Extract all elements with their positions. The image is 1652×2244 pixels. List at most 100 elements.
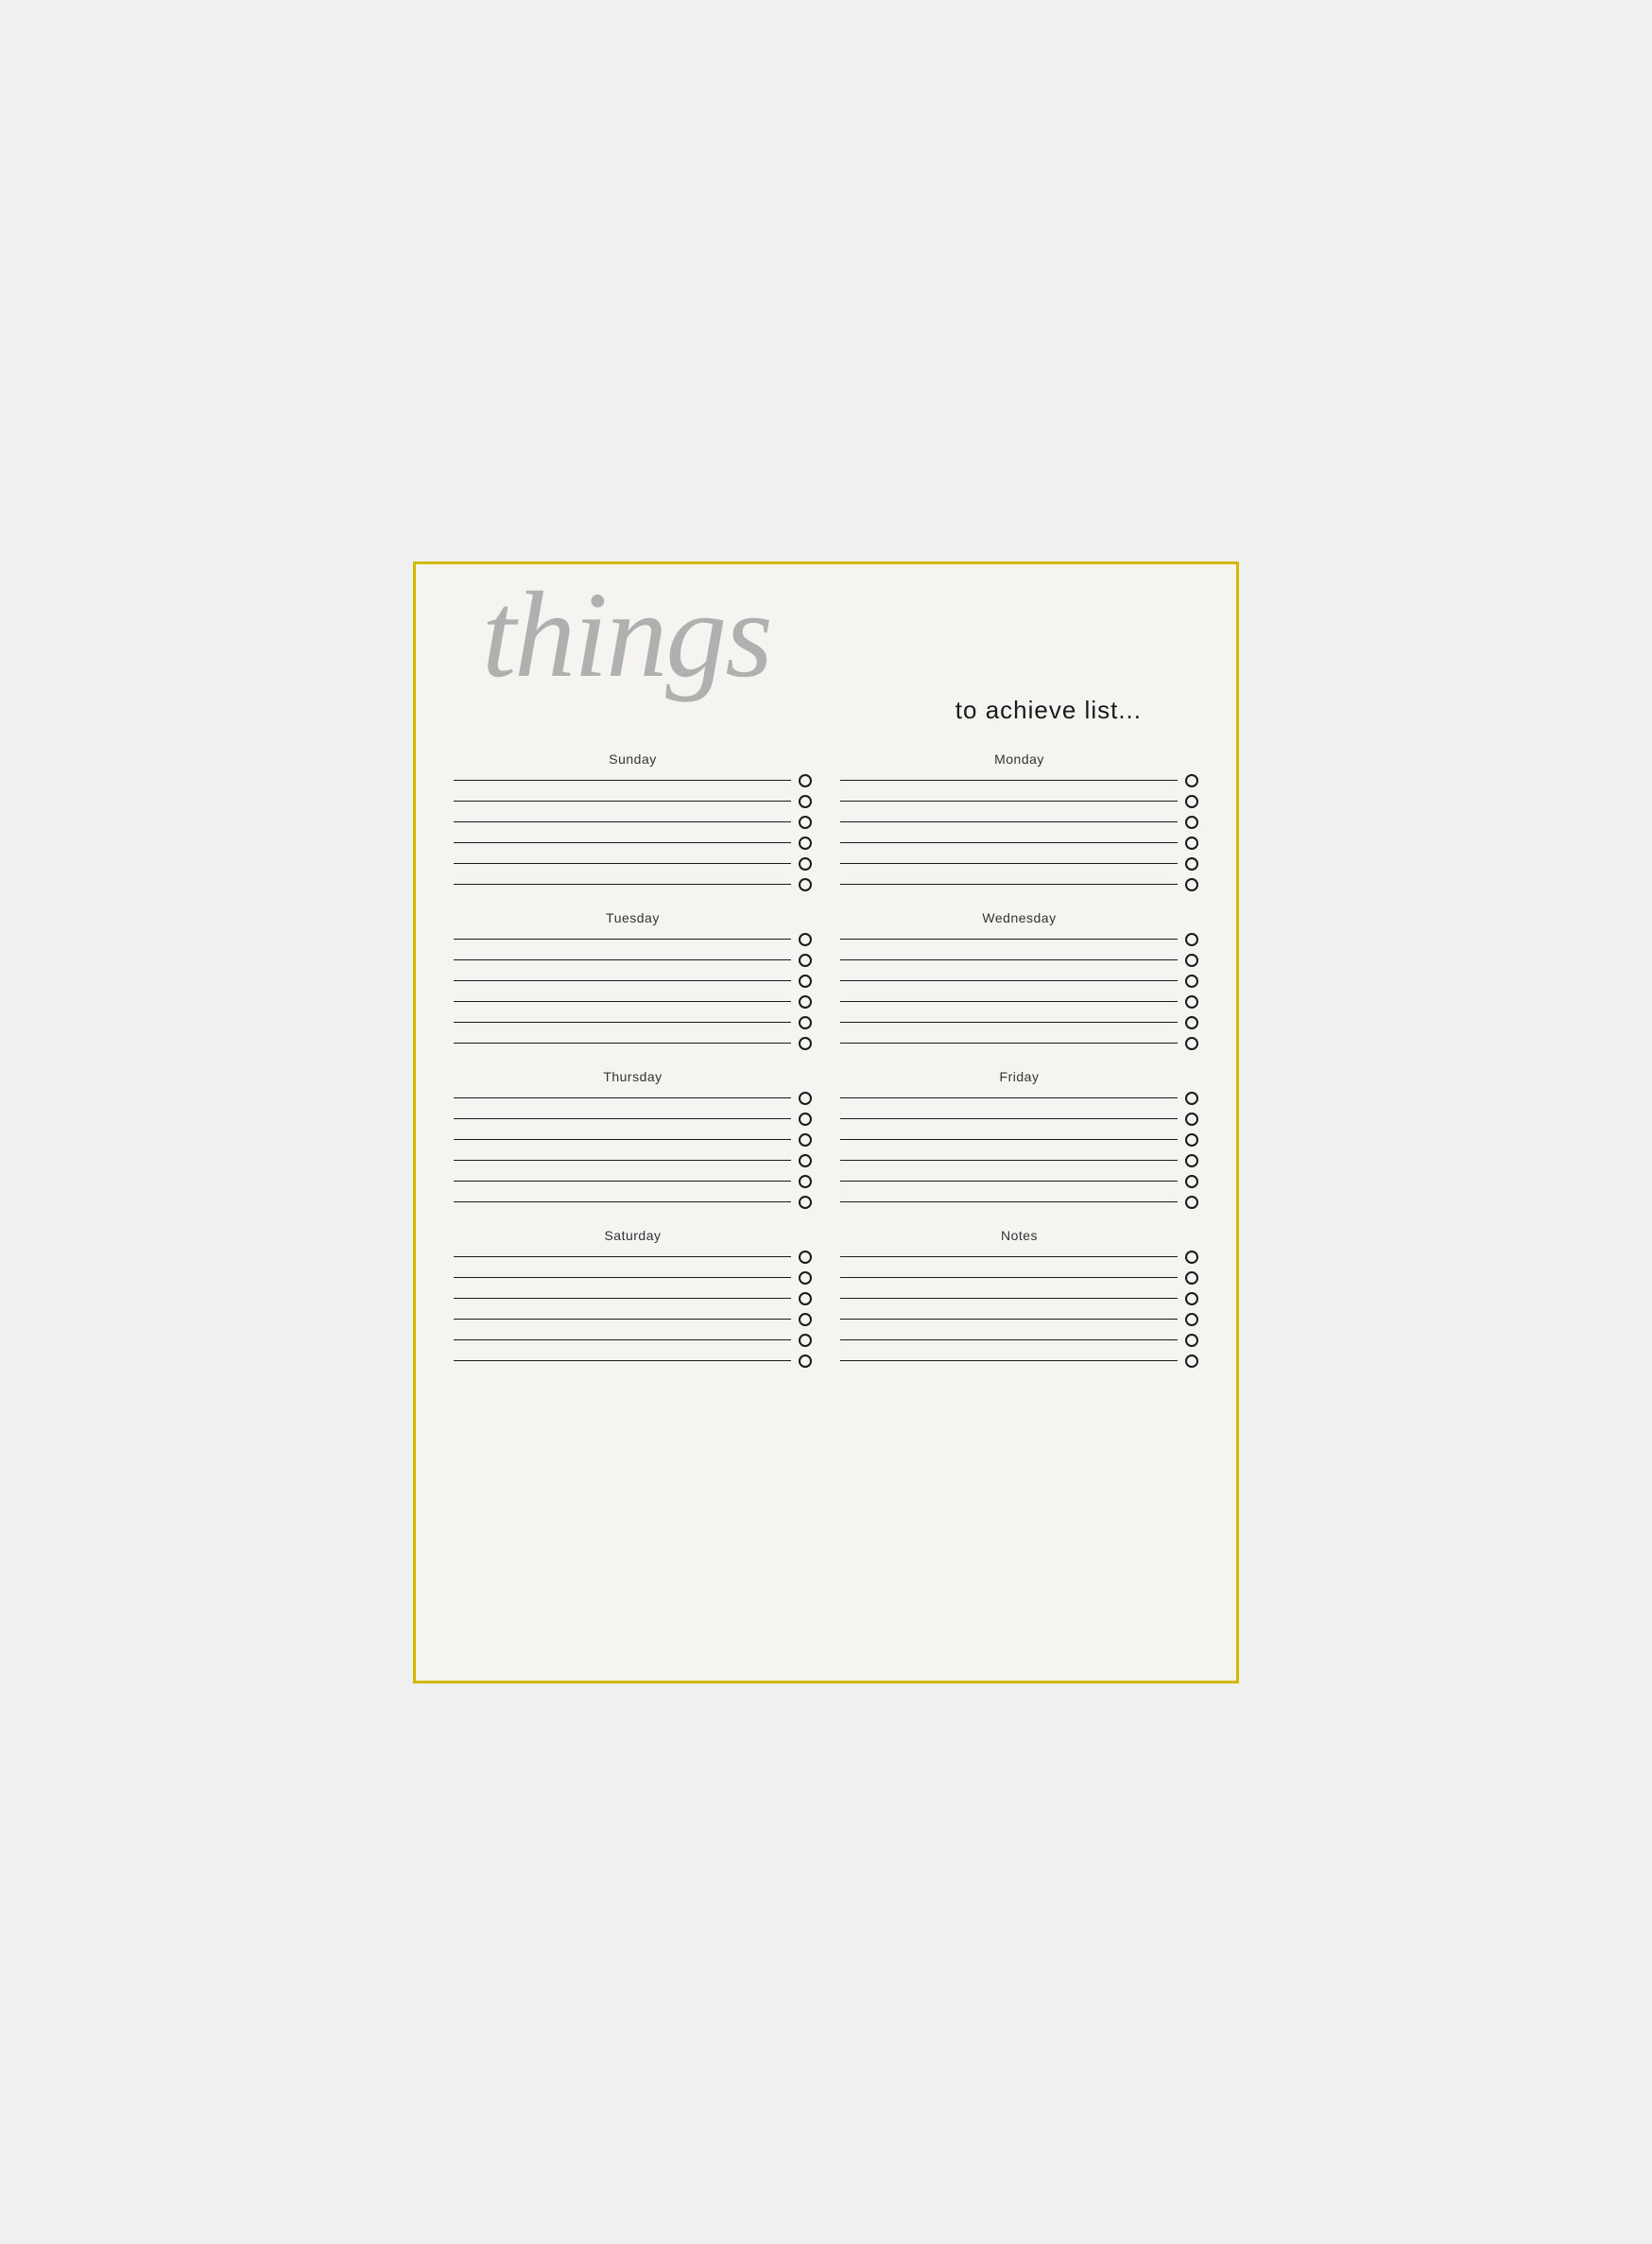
task-row[interactable] [454, 1313, 812, 1326]
task-circle[interactable] [799, 774, 812, 787]
task-circle[interactable] [1185, 1113, 1198, 1126]
task-circle[interactable] [799, 1154, 812, 1167]
task-row[interactable] [454, 1037, 812, 1050]
task-row[interactable] [454, 1016, 812, 1029]
task-circle[interactable] [1185, 954, 1198, 967]
task-row[interactable] [840, 975, 1198, 988]
task-row[interactable] [840, 857, 1198, 871]
task-circle[interactable] [1185, 1133, 1198, 1147]
task-circle[interactable] [1185, 1092, 1198, 1105]
task-row[interactable] [840, 1113, 1198, 1126]
task-row[interactable] [454, 1251, 812, 1264]
task-circle[interactable] [799, 1037, 812, 1050]
task-row[interactable] [454, 816, 812, 829]
task-circle[interactable] [799, 1334, 812, 1347]
task-row[interactable] [454, 1196, 812, 1209]
task-row[interactable] [454, 1292, 812, 1305]
task-row[interactable] [840, 816, 1198, 829]
task-row[interactable] [454, 1113, 812, 1126]
task-circle[interactable] [799, 1092, 812, 1105]
task-circle[interactable] [799, 975, 812, 988]
task-row[interactable] [454, 795, 812, 808]
task-circle[interactable] [1185, 816, 1198, 829]
task-row[interactable] [454, 1334, 812, 1347]
task-circle[interactable] [799, 795, 812, 808]
task-row[interactable] [840, 1016, 1198, 1029]
task-circle[interactable] [1185, 995, 1198, 1009]
task-circle[interactable] [1185, 1175, 1198, 1188]
task-circle[interactable] [799, 1133, 812, 1147]
task-row[interactable] [454, 975, 812, 988]
task-line [840, 939, 1178, 940]
task-circle[interactable] [1185, 1251, 1198, 1264]
task-row[interactable] [454, 1271, 812, 1285]
task-row[interactable] [840, 1251, 1198, 1264]
task-row[interactable] [840, 837, 1198, 850]
task-row[interactable] [840, 774, 1198, 787]
task-circle[interactable] [799, 1292, 812, 1305]
task-row[interactable] [840, 1133, 1198, 1147]
task-row[interactable] [454, 1133, 812, 1147]
task-line [454, 980, 791, 981]
task-row[interactable] [454, 954, 812, 967]
task-row[interactable] [840, 933, 1198, 946]
task-circle[interactable] [1185, 774, 1198, 787]
task-row[interactable] [840, 1196, 1198, 1209]
task-row[interactable] [454, 1355, 812, 1368]
task-circle[interactable] [1185, 1292, 1198, 1305]
task-circle[interactable] [799, 1196, 812, 1209]
task-circle[interactable] [799, 837, 812, 850]
task-circle[interactable] [1185, 1355, 1198, 1368]
task-circle[interactable] [1185, 1016, 1198, 1029]
task-row[interactable] [840, 1271, 1198, 1285]
task-circle[interactable] [1185, 933, 1198, 946]
task-circle[interactable] [1185, 1334, 1198, 1347]
task-row[interactable] [454, 1175, 812, 1188]
task-row[interactable] [454, 837, 812, 850]
task-circle[interactable] [799, 878, 812, 891]
task-row[interactable] [454, 1154, 812, 1167]
task-circle[interactable] [799, 1113, 812, 1126]
task-circle[interactable] [799, 1016, 812, 1029]
task-row[interactable] [454, 878, 812, 891]
task-line [840, 1001, 1178, 1002]
task-row[interactable] [840, 1313, 1198, 1326]
task-row[interactable] [840, 1092, 1198, 1105]
task-row[interactable] [840, 995, 1198, 1009]
task-circle[interactable] [799, 1313, 812, 1326]
task-circle[interactable] [799, 1251, 812, 1264]
task-circle[interactable] [799, 995, 812, 1009]
task-circle[interactable] [799, 1355, 812, 1368]
task-circle[interactable] [1185, 975, 1198, 988]
task-row[interactable] [454, 995, 812, 1009]
task-circle[interactable] [1185, 795, 1198, 808]
task-circle[interactable] [1185, 1313, 1198, 1326]
day-section-friday: Friday [840, 1069, 1198, 1217]
task-circle[interactable] [1185, 1271, 1198, 1285]
task-row[interactable] [840, 954, 1198, 967]
task-circle[interactable] [799, 816, 812, 829]
task-row[interactable] [454, 857, 812, 871]
task-circle[interactable] [799, 1271, 812, 1285]
task-circle[interactable] [799, 857, 812, 871]
task-circle[interactable] [799, 933, 812, 946]
task-circle[interactable] [799, 954, 812, 967]
task-row[interactable] [454, 933, 812, 946]
task-circle[interactable] [1185, 878, 1198, 891]
task-row[interactable] [840, 1334, 1198, 1347]
task-row[interactable] [840, 878, 1198, 891]
task-row[interactable] [840, 1292, 1198, 1305]
task-circle[interactable] [1185, 1037, 1198, 1050]
task-circle[interactable] [1185, 1154, 1198, 1167]
task-circle[interactable] [1185, 857, 1198, 871]
task-row[interactable] [840, 795, 1198, 808]
task-row[interactable] [454, 774, 812, 787]
task-row[interactable] [454, 1092, 812, 1105]
task-row[interactable] [840, 1175, 1198, 1188]
task-row[interactable] [840, 1154, 1198, 1167]
task-circle[interactable] [1185, 1196, 1198, 1209]
task-row[interactable] [840, 1355, 1198, 1368]
task-row[interactable] [840, 1037, 1198, 1050]
task-circle[interactable] [1185, 837, 1198, 850]
task-circle[interactable] [799, 1175, 812, 1188]
